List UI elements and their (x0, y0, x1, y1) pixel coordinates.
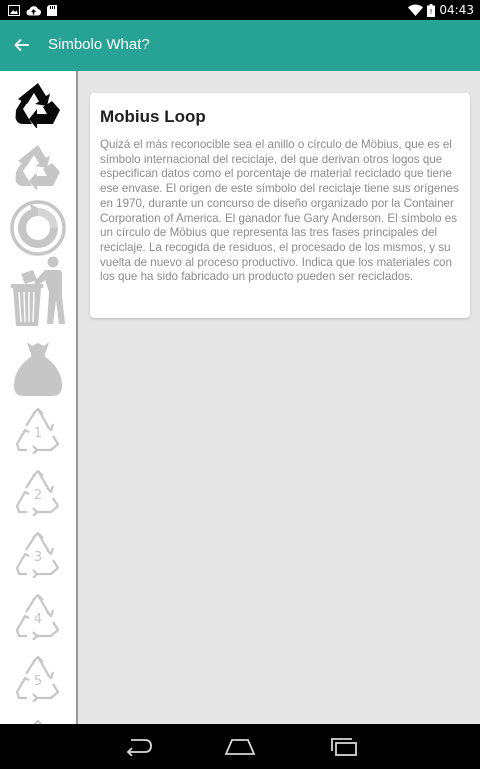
image-icon (8, 4, 20, 16)
svg-text:1: 1 (34, 426, 42, 441)
svg-text:%: % (32, 165, 43, 178)
sd-card-icon (47, 4, 57, 16)
nav-home-button[interactable] (224, 736, 256, 758)
arrow-back-icon[interactable] (12, 35, 32, 55)
system-status: ! 04:43 (408, 2, 474, 18)
nav-back-button[interactable] (122, 736, 154, 758)
svg-text:3: 3 (34, 550, 42, 565)
recycle-logo-icon: % (15, 145, 60, 190)
home-nav-icon (224, 739, 256, 755)
sidebar-item-green-dot[interactable] (7, 197, 69, 259)
back-nav-icon (126, 739, 152, 756)
sidebar-item-plastic-next[interactable] (7, 711, 69, 724)
sidebar-item-plastic-5[interactable]: 5 (7, 647, 69, 709)
plastic-code-4-icon: 4 (15, 593, 60, 640)
svg-text:4: 4 (34, 612, 42, 627)
svg-text:5: 5 (34, 674, 42, 689)
main-content: Mobius Loop Quizá el más reconocible sea… (78, 71, 480, 724)
status-bar: ! 04:43 (0, 0, 480, 20)
plastic-code-5-icon: 5 (15, 655, 60, 702)
plastic-code-1-icon: 1 (15, 407, 60, 454)
sidebar-item-plastic-2[interactable]: 2 (7, 461, 69, 523)
sidebar-item-recycled-percent[interactable]: % (7, 135, 69, 197)
sidebar-item-garbage-bag[interactable] (7, 337, 69, 399)
plastic-code-3-icon: 3 (15, 531, 60, 578)
wifi-icon (408, 4, 424, 16)
sidebar-item-tidyman[interactable] (7, 256, 69, 326)
sidebar-item-plastic-3[interactable]: 3 (7, 523, 69, 585)
svg-text:2: 2 (34, 488, 42, 503)
app-bar: Simbolo What? (0, 20, 480, 71)
recycle-symbol-icon (15, 83, 60, 128)
sidebar-item-mobius-loop[interactable] (7, 73, 69, 135)
recents-nav-icon (331, 738, 357, 756)
battery-icon: ! (427, 3, 436, 17)
page-title: Simbolo What? (48, 36, 150, 53)
sidebar-item-plastic-4[interactable]: 4 (7, 585, 69, 647)
tidyman-icon (11, 256, 65, 326)
nav-recents-button[interactable] (328, 736, 360, 758)
sidebar-item-plastic-1[interactable]: 1 (7, 399, 69, 461)
system-navigation-bar (0, 724, 480, 769)
symbol-sidebar[interactable]: % 1 2 3 4 5 (0, 71, 76, 724)
garbage-bag-icon (14, 342, 62, 396)
clock: 04:43 (439, 3, 474, 17)
notification-icons (8, 4, 57, 16)
card-title: Mobius Loop (100, 107, 206, 126)
symbol-info-card: Mobius Loop Quizá el más reconocible sea… (90, 93, 470, 318)
green-dot-icon (10, 200, 66, 256)
svg-text:!: ! (430, 8, 433, 16)
plastic-code-2-icon: 2 (15, 469, 60, 516)
card-description: Quizá el más reconocible sea el anillo o… (100, 138, 459, 284)
cloud-upload-icon (26, 5, 41, 16)
